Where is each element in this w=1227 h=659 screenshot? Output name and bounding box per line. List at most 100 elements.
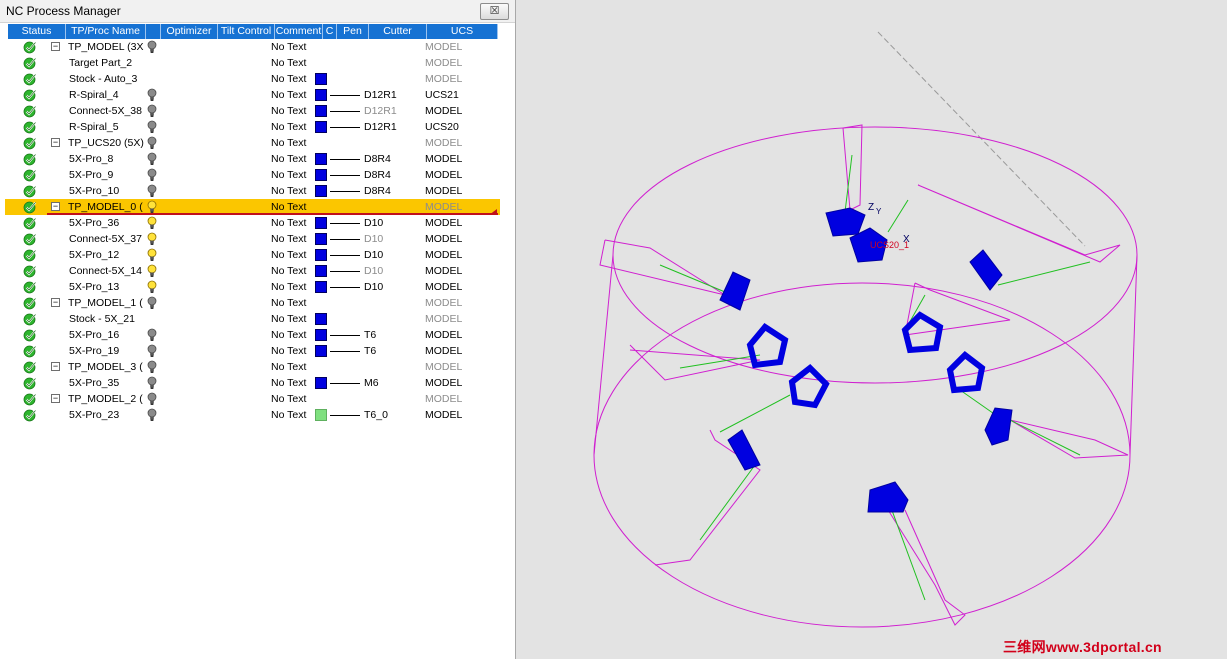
- comment-cell[interactable]: No Text: [271, 392, 306, 406]
- graphics-viewport[interactable]: Z Y X UCS20_1: [520, 0, 1227, 659]
- lightbulb-off-icon[interactable]: [147, 328, 157, 342]
- comment-cell[interactable]: No Text: [271, 216, 306, 230]
- ucs-cell[interactable]: MODEL: [425, 328, 462, 342]
- process-row[interactable]: 5X-Pro_16 No Text T6 MODEL: [5, 327, 500, 343]
- process-row[interactable]: 5X-Pro_12 No Text D10 MODEL: [5, 247, 500, 263]
- comment-cell[interactable]: No Text: [271, 408, 306, 422]
- ucs-cell[interactable]: MODEL: [425, 184, 462, 198]
- process-name[interactable]: 5X-Pro_8: [69, 152, 113, 166]
- lightbulb-on-icon[interactable]: [147, 200, 157, 214]
- pen-line-sample[interactable]: [330, 159, 360, 160]
- process-row[interactable]: R-Spiral_4 No Text D12R1 UCS21: [5, 87, 500, 103]
- process-row[interactable]: − TP_MODEL_0 (No Text MODEL: [5, 199, 500, 215]
- cutter-cell[interactable]: T6_0: [364, 408, 388, 422]
- ucs-cell[interactable]: MODEL: [425, 312, 462, 326]
- lightbulb-on-icon[interactable]: [147, 216, 157, 230]
- process-name[interactable]: R-Spiral_5: [69, 120, 119, 134]
- process-row[interactable]: − TP_UCS20 (5X) No Text MODEL: [5, 135, 500, 151]
- cutter-cell[interactable]: D8R4: [364, 168, 391, 182]
- color-swatch[interactable]: [315, 377, 327, 389]
- close-button[interactable]: ☒: [480, 3, 509, 20]
- comment-cell[interactable]: No Text: [271, 88, 306, 102]
- lightbulb-off-icon[interactable]: [147, 152, 157, 166]
- ucs-cell[interactable]: MODEL: [425, 280, 462, 294]
- color-swatch[interactable]: [315, 249, 327, 261]
- collapse-toggle[interactable]: −: [51, 202, 60, 211]
- column-header-9[interactable]: UCS: [427, 24, 498, 39]
- process-row[interactable]: − TP_MODEL_3 (No Text MODEL: [5, 359, 500, 375]
- color-swatch[interactable]: [315, 185, 327, 197]
- lightbulb-off-icon[interactable]: [147, 88, 157, 102]
- process-row[interactable]: − TP_MODEL_1 (No Text MODEL: [5, 295, 500, 311]
- lightbulb-on-icon[interactable]: [147, 248, 157, 262]
- lightbulb-off-icon[interactable]: [147, 376, 157, 390]
- comment-cell[interactable]: No Text: [271, 344, 306, 358]
- lightbulb-off-icon[interactable]: [147, 120, 157, 134]
- ucs-cell[interactable]: UCS21: [425, 88, 459, 102]
- cutter-cell[interactable]: M6: [364, 376, 379, 390]
- column-header-7[interactable]: Pen: [337, 24, 369, 39]
- process-row[interactable]: − TP_MODEL (3X No Text MODEL: [5, 39, 500, 55]
- pen-line-sample[interactable]: [330, 255, 360, 256]
- cutter-cell[interactable]: T6: [364, 328, 376, 342]
- comment-cell[interactable]: No Text: [271, 312, 306, 326]
- lightbulb-off-icon[interactable]: [147, 136, 157, 150]
- process-row[interactable]: Stock - 5X_21 No Text MODEL: [5, 311, 500, 327]
- process-row[interactable]: Target Part_2 No Text MODEL: [5, 55, 500, 71]
- comment-cell[interactable]: No Text: [271, 360, 306, 374]
- pen-line-sample[interactable]: [330, 175, 360, 176]
- ucs-cell[interactable]: MODEL: [425, 344, 462, 358]
- comment-cell[interactable]: No Text: [271, 136, 306, 150]
- cutter-cell[interactable]: D8R4: [364, 184, 391, 198]
- ucs-cell[interactable]: MODEL: [425, 136, 462, 150]
- ucs-cell[interactable]: MODEL: [425, 72, 462, 86]
- ucs-cell[interactable]: MODEL: [425, 104, 462, 118]
- process-name[interactable]: 5X-Pro_35: [69, 376, 119, 390]
- comment-cell[interactable]: No Text: [271, 232, 306, 246]
- ucs-cell[interactable]: MODEL: [425, 408, 462, 422]
- comment-cell[interactable]: No Text: [271, 72, 306, 86]
- column-header-3[interactable]: Optimizer: [161, 24, 218, 39]
- cutter-cell[interactable]: D12R1: [364, 120, 397, 134]
- comment-cell[interactable]: No Text: [271, 376, 306, 390]
- comment-cell[interactable]: No Text: [271, 168, 306, 182]
- process-row[interactable]: Stock - Auto_3 No Text MODEL: [5, 71, 500, 87]
- cutter-cell[interactable]: T6: [364, 344, 376, 358]
- process-row[interactable]: 5X-Pro_23 No Text T6_0 MODEL: [5, 407, 500, 423]
- comment-cell[interactable]: No Text: [271, 328, 306, 342]
- collapse-toggle[interactable]: −: [51, 42, 60, 51]
- pen-line-sample[interactable]: [330, 287, 360, 288]
- comment-cell[interactable]: No Text: [271, 152, 306, 166]
- cutter-cell[interactable]: D8R4: [364, 152, 391, 166]
- pen-line-sample[interactable]: [330, 239, 360, 240]
- process-row[interactable]: Connect-5X_38 No Text D12R1 MODEL: [5, 103, 500, 119]
- process-name[interactable]: 5X-Pro_13: [69, 280, 119, 294]
- lightbulb-off-icon[interactable]: [147, 184, 157, 198]
- column-header-1[interactable]: TP/Proc Name: [66, 24, 146, 39]
- color-swatch[interactable]: [315, 281, 327, 293]
- comment-cell[interactable]: No Text: [271, 296, 306, 310]
- lightbulb-on-icon[interactable]: [147, 232, 157, 246]
- process-name[interactable]: Target Part_2: [69, 56, 132, 70]
- process-name[interactable]: TP_MODEL_3 (: [68, 360, 143, 374]
- process-name[interactable]: 5X-Pro_16: [69, 328, 119, 342]
- collapse-toggle[interactable]: −: [51, 394, 60, 403]
- ucs-cell[interactable]: MODEL: [425, 232, 462, 246]
- comment-cell[interactable]: No Text: [271, 184, 306, 198]
- comment-cell[interactable]: No Text: [271, 280, 306, 294]
- lightbulb-off-icon[interactable]: [147, 296, 157, 310]
- comment-cell[interactable]: No Text: [271, 120, 306, 134]
- cutter-cell[interactable]: D10: [364, 232, 383, 246]
- cutter-cell[interactable]: D10: [364, 264, 383, 278]
- pen-line-sample[interactable]: [330, 383, 360, 384]
- process-name[interactable]: TP_MODEL_2 (: [68, 392, 143, 406]
- lightbulb-off-icon[interactable]: [147, 40, 157, 54]
- pen-line-sample[interactable]: [330, 127, 360, 128]
- process-row[interactable]: 5X-Pro_10 No Text D8R4 MODEL: [5, 183, 500, 199]
- lightbulb-off-icon[interactable]: [147, 104, 157, 118]
- ucs-cell[interactable]: MODEL: [425, 40, 462, 54]
- column-header-4[interactable]: Tilt Control: [218, 24, 275, 39]
- process-row[interactable]: 5X-Pro_36 No Text D10 MODEL: [5, 215, 500, 231]
- comment-cell[interactable]: No Text: [271, 104, 306, 118]
- ucs-cell[interactable]: MODEL: [425, 56, 462, 70]
